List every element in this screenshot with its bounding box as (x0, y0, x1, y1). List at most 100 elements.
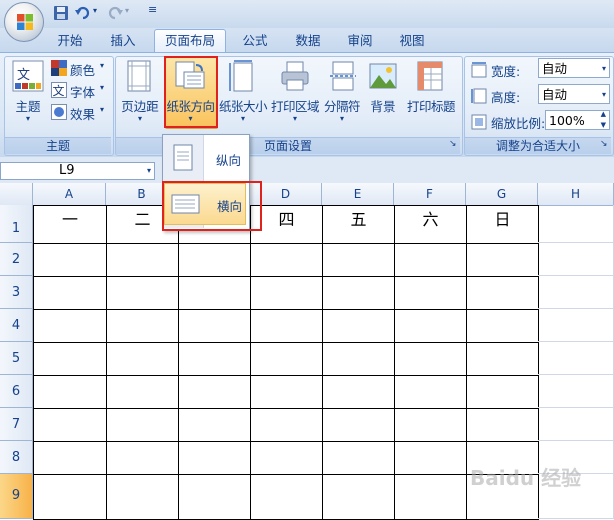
cell-a2[interactable] (33, 243, 107, 277)
cell-g1[interactable]: 日 (466, 205, 539, 244)
cell-g5[interactable] (466, 342, 539, 376)
cell-a8[interactable] (33, 441, 107, 475)
cell-e5[interactable] (322, 342, 395, 376)
effects-button[interactable]: 效果 (70, 104, 95, 123)
cell-b2[interactable] (106, 243, 179, 277)
cell-c8[interactable] (178, 441, 251, 475)
cell-d8[interactable] (250, 441, 323, 475)
cell-f7[interactable] (394, 408, 467, 442)
cell-f4[interactable] (394, 309, 467, 343)
cell-c5[interactable] (178, 342, 251, 376)
cell-b5[interactable] (106, 342, 179, 376)
row-header-4[interactable]: 4 (0, 309, 33, 342)
margins-button[interactable]: 页边距 (118, 96, 162, 115)
cell-e8[interactable] (322, 441, 395, 475)
row-header-5[interactable]: 5 (0, 342, 33, 375)
tab-page-layout[interactable]: 页面布局 (154, 29, 226, 54)
undo-dropdown-icon[interactable]: ▾ (93, 6, 97, 15)
tab-view[interactable]: 视图 (390, 31, 434, 51)
cell-e1[interactable]: 五 (322, 205, 395, 244)
cell-h5[interactable] (538, 342, 614, 375)
cell-f2[interactable] (394, 243, 467, 277)
cell-d7[interactable] (250, 408, 323, 442)
cell-d4[interactable] (250, 309, 323, 343)
cell-d9[interactable] (250, 474, 323, 520)
cell-a1[interactable]: 一 (33, 205, 107, 244)
cell-g6[interactable] (466, 375, 539, 409)
column-header-g[interactable]: G (466, 183, 538, 205)
height-dropdown-icon[interactable]: ▾ (602, 85, 606, 105)
column-header-e[interactable]: E (322, 183, 394, 205)
cell-g4[interactable] (466, 309, 539, 343)
cell-d5[interactable] (250, 342, 323, 376)
breaks-button[interactable]: 分隔符 (320, 96, 364, 115)
name-box[interactable]: L9 ▾ (0, 162, 155, 180)
customize-qat-icon[interactable]: ≡ (148, 3, 157, 16)
tab-home[interactable]: 开始 (48, 31, 92, 51)
cell-h1[interactable] (538, 205, 614, 243)
cell-g2[interactable] (466, 243, 539, 277)
background-button[interactable]: 背景 (365, 96, 401, 115)
cell-d3[interactable] (250, 276, 323, 310)
cell-a9[interactable] (33, 474, 107, 520)
cell-f5[interactable] (394, 342, 467, 376)
cell-e3[interactable] (322, 276, 395, 310)
tab-insert[interactable]: 插入 (101, 31, 145, 51)
row-header-2[interactable]: 2 (0, 243, 33, 276)
cell-f6[interactable] (394, 375, 467, 409)
page-setup-dialog-launcher-icon[interactable]: ↘ (449, 139, 457, 149)
cell-g3[interactable] (466, 276, 539, 310)
cell-c2[interactable] (178, 243, 251, 277)
column-header-a[interactable]: A (33, 183, 106, 205)
cell-a5[interactable] (33, 342, 107, 376)
cell-h2[interactable] (538, 243, 614, 276)
colors-button[interactable]: 颜色 (70, 60, 95, 79)
colors-dropdown-icon[interactable]: ▾ (100, 61, 104, 70)
cell-c3[interactable] (178, 276, 251, 310)
tab-review[interactable]: 审阅 (338, 31, 382, 51)
undo-icon[interactable] (74, 4, 92, 22)
cell-e6[interactable] (322, 375, 395, 409)
name-box-dropdown-icon[interactable]: ▾ (147, 163, 151, 179)
cell-d6[interactable] (250, 375, 323, 409)
print-titles-button[interactable]: 打印标题 (404, 96, 458, 115)
size-dropdown-icon[interactable]: ▾ (218, 114, 268, 123)
row-header-7[interactable]: 7 (0, 408, 33, 441)
row-header-6[interactable]: 6 (0, 375, 33, 408)
save-icon[interactable] (52, 4, 70, 22)
themes-dropdown-icon[interactable]: ▾ (8, 114, 48, 123)
cell-e9[interactable] (322, 474, 395, 520)
cell-h3[interactable] (538, 276, 614, 309)
cell-d2[interactable] (250, 243, 323, 277)
scale-spinner[interactable]: 100% ▲ ▼ (545, 110, 610, 130)
redo-dropdown-icon[interactable]: ▾ (125, 6, 129, 15)
cell-b6[interactable] (106, 375, 179, 409)
cell-b4[interactable] (106, 309, 179, 343)
cell-b3[interactable] (106, 276, 179, 310)
cell-f8[interactable] (394, 441, 467, 475)
cell-b9[interactable] (106, 474, 179, 520)
office-button[interactable] (4, 2, 44, 42)
cell-b8[interactable] (106, 441, 179, 475)
spin-down-icon[interactable]: ▼ (601, 119, 606, 131)
cell-e2[interactable] (322, 243, 395, 277)
cell-h7[interactable] (538, 408, 614, 441)
width-combo[interactable]: 自动 ▾ (538, 58, 610, 78)
margins-dropdown-icon[interactable]: ▾ (118, 114, 162, 123)
cell-h6[interactable] (538, 375, 614, 408)
row-header-1[interactable]: 1 (0, 205, 33, 243)
row-header-9[interactable]: 9 (0, 474, 33, 519)
column-header-f[interactable]: F (394, 183, 466, 205)
cell-f9[interactable] (394, 474, 467, 520)
cell-c9[interactable] (178, 474, 251, 520)
height-combo[interactable]: 自动 ▾ (538, 84, 610, 104)
cell-g7[interactable] (466, 408, 539, 442)
width-dropdown-icon[interactable]: ▾ (602, 59, 606, 79)
effects-dropdown-icon[interactable]: ▾ (100, 105, 104, 114)
cell-f3[interactable] (394, 276, 467, 310)
cell-c4[interactable] (178, 309, 251, 343)
row-header-3[interactable]: 3 (0, 276, 33, 309)
tab-formulas[interactable]: 公式 (233, 31, 277, 51)
print-area-dropdown-icon[interactable]: ▾ (269, 114, 321, 123)
cell-a3[interactable] (33, 276, 107, 310)
